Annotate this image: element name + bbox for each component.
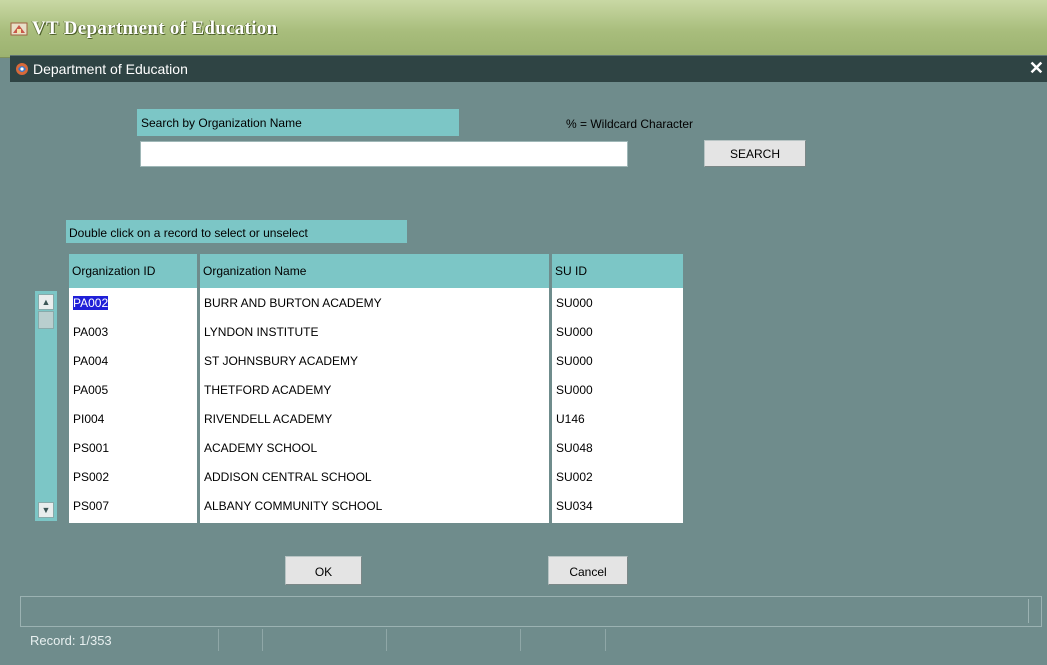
- cell-organization-name[interactable]: THETFORD ACADEMY: [200, 375, 549, 404]
- window-titlebar[interactable]: Department of Education ✕: [10, 55, 1047, 82]
- search-input[interactable]: [140, 141, 628, 167]
- cell-organization-name[interactable]: ADDISON CENTRAL SCHOOL: [200, 462, 549, 491]
- cell-su-id[interactable]: SU000: [552, 317, 683, 346]
- cell-su-id[interactable]: SU000: [552, 288, 683, 317]
- grid-instruction: Double click on a record to select or un…: [66, 220, 407, 243]
- cell-organization-name[interactable]: BURR AND BURTON ACADEMY: [200, 288, 549, 317]
- cell-organization-name[interactable]: LYNDON INSTITUTE: [200, 317, 549, 346]
- close-icon[interactable]: ✕: [1029, 58, 1044, 79]
- table-row[interactable]: PA004 ST JOHNSBURY ACADEMY SU000: [69, 346, 683, 375]
- table-row[interactable]: PA002 BURR AND BURTON ACADEMY SU000: [69, 288, 683, 317]
- window-icon: [16, 63, 28, 75]
- selected-text: PA002: [73, 296, 109, 310]
- grid-header: Organization ID Organization Name SU ID: [69, 254, 686, 288]
- search-button[interactable]: SEARCH: [704, 140, 806, 167]
- app-logo-icon: [10, 22, 28, 36]
- cell-organization-name[interactable]: ACADEMY SCHOOL: [200, 433, 549, 462]
- status-divider: [262, 629, 263, 651]
- app-title: VT Department of Education: [32, 18, 278, 39]
- cell-organization-id[interactable]: PS007: [69, 491, 197, 520]
- status-divider: [605, 629, 606, 651]
- cell-su-id[interactable]: SU002: [552, 462, 683, 491]
- records-grid: PA002 BURR AND BURTON ACADEMY SU000 PA00…: [69, 288, 683, 523]
- cell-organization-id[interactable]: PS001: [69, 433, 197, 462]
- grid-scrollbar[interactable]: ▲ ▼: [35, 291, 57, 521]
- search-label: Search by Organization Name: [137, 109, 459, 136]
- cell-su-id[interactable]: SU034: [552, 491, 683, 520]
- scroll-up-icon[interactable]: ▲: [38, 294, 54, 310]
- table-row[interactable]: PI004 RIVENDELL ACADEMY U146: [69, 404, 683, 433]
- cell-organization-id[interactable]: PS002: [69, 462, 197, 491]
- table-row[interactable]: PS007 ALBANY COMMUNITY SCHOOL SU034: [69, 491, 683, 520]
- cell-organization-id[interactable]: PA002: [69, 288, 197, 317]
- status-bar: Record: 1/353: [20, 626, 1042, 652]
- record-counter: Record: 1/353: [30, 633, 112, 648]
- table-row[interactable]: PS001 ACADEMY SCHOOL SU048: [69, 433, 683, 462]
- cell-organization-id[interactable]: PI004: [69, 404, 197, 433]
- cell-organization-name[interactable]: RIVENDELL ACADEMY: [200, 404, 549, 433]
- ok-button[interactable]: OK: [285, 556, 362, 585]
- cancel-button[interactable]: Cancel: [548, 556, 628, 585]
- table-row[interactable]: PS002 ADDISON CENTRAL SCHOOL SU002: [69, 462, 683, 491]
- cell-organization-id[interactable]: PA004: [69, 346, 197, 375]
- cell-organization-name[interactable]: ST JOHNSBURY ACADEMY: [200, 346, 549, 375]
- cell-su-id[interactable]: SU000: [552, 375, 683, 404]
- cell-su-id[interactable]: SU000: [552, 346, 683, 375]
- status-divider: [218, 629, 219, 651]
- cell-organization-id[interactable]: PA003: [69, 317, 197, 346]
- wildcard-hint: % = Wildcard Character: [566, 117, 694, 131]
- status-divider: [386, 629, 387, 651]
- cell-organization-id[interactable]: PA005: [69, 375, 197, 404]
- cell-organization-name[interactable]: ALBANY COMMUNITY SCHOOL: [200, 491, 549, 520]
- cell-su-id[interactable]: SU048: [552, 433, 683, 462]
- column-header-organization-id[interactable]: Organization ID: [69, 254, 197, 288]
- column-header-organization-name[interactable]: Organization Name: [200, 254, 549, 288]
- cell-su-id[interactable]: U146: [552, 404, 683, 433]
- message-line: [20, 596, 1042, 627]
- scroll-down-icon[interactable]: ▼: [38, 502, 54, 518]
- app-titlebar: VT Department of Education: [0, 0, 1047, 58]
- status-divider: [520, 629, 521, 651]
- message-line-divider: [1028, 599, 1029, 623]
- scroll-thumb[interactable]: [38, 311, 54, 329]
- window-title: Department of Education: [33, 61, 188, 77]
- table-row[interactable]: PA005 THETFORD ACADEMY SU000: [69, 375, 683, 404]
- column-header-su-id[interactable]: SU ID: [552, 254, 683, 288]
- table-row[interactable]: PA003 LYNDON INSTITUTE SU000: [69, 317, 683, 346]
